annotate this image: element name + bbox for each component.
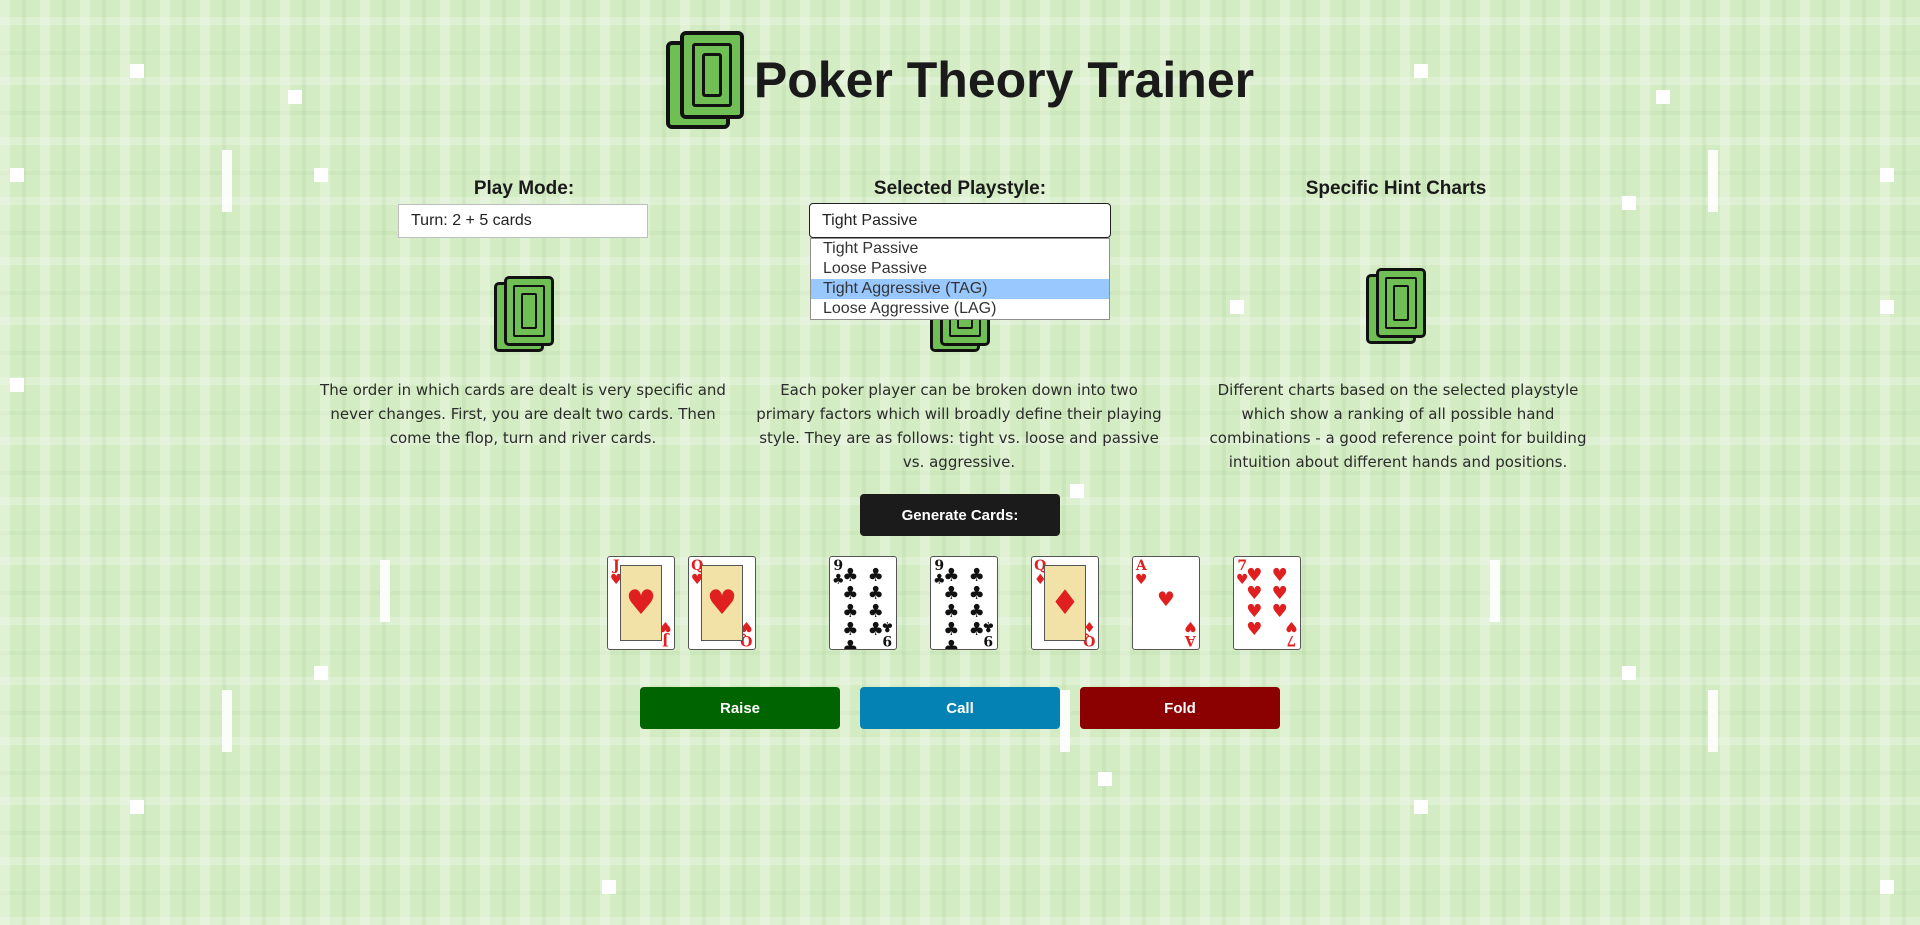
playstyle-option[interactable]: Loose Aggressive (LAG)	[811, 299, 1109, 319]
card-pips: ♥ ♥ ♥ ♥ ♥ ♥ ♥	[1244, 567, 1290, 639]
pattern-accent	[314, 666, 328, 680]
board-card: A ♥ A ♥ ♥	[1132, 556, 1200, 650]
board-card: 9 ♣ 9 ♣ ♣ ♣ ♣ ♣ ♣ ♣ ♣ ♣ ♣	[829, 556, 897, 650]
board-card: 9 ♣ 9 ♣ ♣ ♣ ♣ ♣ ♣ ♣ ♣ ♣ ♣	[930, 556, 998, 650]
pattern-accent	[1880, 168, 1894, 182]
playstyle-dropdown: Tight Passive Loose Passive Tight Aggres…	[810, 238, 1110, 320]
card-stack-icon	[665, 31, 744, 129]
play-mode-label: Play Mode:	[473, 178, 575, 199]
pattern-accent	[1098, 772, 1112, 786]
page-title: Poker Theory Trainer	[753, 52, 1255, 108]
board-card: Q ♦ Q ♦ ♦	[1031, 556, 1099, 650]
card-rank: A	[1185, 632, 1197, 648]
play-mode-select[interactable]: Turn: 2 + 5 cards	[398, 204, 648, 238]
pattern-accent	[1060, 690, 1070, 752]
hint-charts-description: Different charts based on the selected p…	[1209, 381, 1587, 471]
pattern-accent	[1070, 484, 1084, 498]
playstyle-select-value: Tight Passive	[822, 211, 918, 229]
pattern-accent	[314, 168, 328, 182]
card-suit-icon: ♥	[1135, 572, 1148, 588]
card-face-art: ♥	[620, 565, 662, 641]
card-face-art: ♥	[701, 565, 743, 641]
pattern-accent	[1230, 300, 1244, 314]
fold-button[interactable]: Fold	[1080, 687, 1280, 729]
card-pip: ♥	[1271, 601, 1288, 622]
pattern-accent	[10, 168, 24, 182]
card-corner-index: A ♥	[1184, 618, 1197, 648]
playstyle-description: Each poker player can be broken down int…	[756, 381, 1162, 471]
play-mode-select-value: Turn: 2 + 5 cards	[411, 212, 532, 229]
playstyle-option[interactable]: Loose Passive	[811, 259, 1109, 279]
pattern-accent	[130, 800, 144, 814]
generate-cards-button[interactable]: Generate Cards:	[860, 494, 1060, 536]
card-pip: ♣	[842, 637, 859, 650]
playstyle-option[interactable]: Tight Aggressive (TAG)	[811, 279, 1109, 299]
card-pip: ♣	[943, 637, 960, 650]
hole-card: Q ♥ Q ♥ ♥	[688, 556, 756, 650]
pattern-accent	[222, 690, 232, 752]
pattern-accent	[1880, 880, 1894, 894]
playstyle-option[interactable]: Tight Passive	[811, 239, 1109, 259]
card-rank: A	[1135, 558, 1147, 574]
card-pips: ♣ ♣ ♣ ♣ ♣ ♣ ♣ ♣ ♣	[840, 567, 886, 650]
raise-button[interactable]: Raise	[640, 687, 840, 729]
hole-card: J ♥ J ♥ ♥	[607, 556, 675, 650]
card-face-art: ♦	[1044, 565, 1086, 641]
card-pip: ♣	[968, 619, 985, 640]
card-stack-icon	[494, 276, 554, 354]
pattern-accent	[1414, 800, 1428, 814]
card-pips: ♣ ♣ ♣ ♣ ♣ ♣ ♣ ♣ ♣	[941, 567, 987, 650]
call-button[interactable]: Call	[860, 687, 1060, 729]
playstyle-select[interactable]: Tight Passive	[809, 203, 1111, 238]
pattern-accent	[1708, 150, 1718, 212]
pattern-accent	[1708, 690, 1718, 752]
pattern-accent	[1622, 666, 1636, 680]
play-mode-description: The order in which cards are dealt is ve…	[320, 381, 726, 447]
card-pip: ♣	[867, 619, 884, 640]
page-header: Poker Theory Trainer	[0, 30, 1920, 130]
card-suit-icon: ♥	[1157, 587, 1175, 611]
pattern-accent	[1490, 560, 1500, 622]
board-card: 7 ♥ 7 ♥ ♥ ♥ ♥ ♥ ♥ ♥ ♥	[1233, 556, 1301, 650]
pattern-accent	[380, 560, 390, 622]
hint-charts-label: Specific Hint Charts	[1305, 178, 1487, 199]
card-suit-icon: ♥	[1184, 618, 1197, 634]
pattern-accent	[1622, 196, 1636, 210]
pattern-accent	[1880, 300, 1894, 314]
pattern-accent	[602, 880, 616, 894]
pattern-accent	[10, 378, 24, 392]
pattern-accent	[222, 150, 232, 212]
card-corner-index: A ♥	[1135, 559, 1148, 587]
card-pip: ♥	[1246, 619, 1263, 640]
card-stack-icon	[1366, 268, 1426, 346]
playstyle-label: Selected Playstyle:	[873, 178, 1047, 199]
